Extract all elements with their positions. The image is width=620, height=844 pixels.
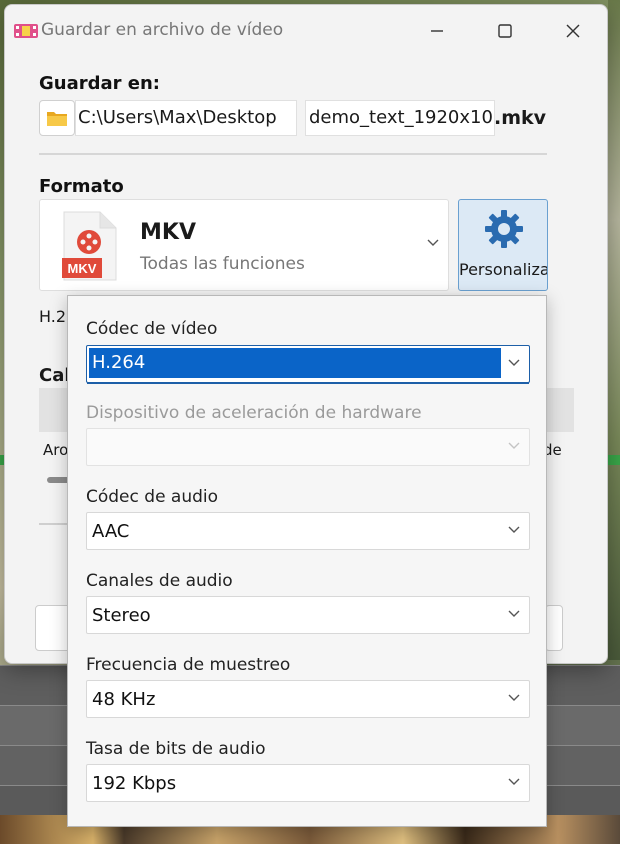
- format-description: Todas las funciones: [140, 254, 305, 274]
- maximize-button[interactable]: [485, 17, 525, 45]
- customize-popup: Códec de vídeo H.264 Dispositivo de acel…: [67, 295, 547, 827]
- selection-highlight: [89, 348, 501, 378]
- chevron-down-icon: [508, 778, 520, 785]
- close-icon: [566, 24, 580, 38]
- codec-hint-text: H.2: [39, 307, 67, 326]
- file-extension: .mkv: [494, 107, 547, 129]
- quality-label: Cal: [39, 365, 71, 386]
- maximize-icon: [498, 24, 512, 38]
- folder-icon: [47, 112, 67, 126]
- sample-rate-label: Frecuencia de muestreo: [86, 655, 291, 675]
- dialog-button-left[interactable]: [35, 605, 71, 651]
- chevron-down-icon: [508, 526, 520, 533]
- window-title: Guardar en archivo de vídeo: [41, 20, 284, 40]
- filename-field[interactable]: demo_text_1920x108: [305, 100, 495, 136]
- audio-channels-value: Stereo: [92, 605, 151, 626]
- dialog-button-right[interactable]: [545, 605, 563, 651]
- customize-button[interactable]: Personalizar: [458, 199, 548, 291]
- audio-channels-label: Canales de audio: [86, 571, 233, 591]
- video-codec-value: H.264: [92, 352, 146, 373]
- audio-codec-label: Códec de audio: [86, 487, 219, 507]
- mkv-icon-text: MKV: [68, 261, 97, 276]
- save-path-field[interactable]: C:\Users\Max\Desktop: [75, 100, 297, 136]
- format-name: MKV: [140, 220, 196, 245]
- title-bar[interactable]: Guardar en archivo de vídeo: [5, 5, 607, 53]
- chevron-down-icon: [508, 610, 520, 617]
- minimize-button[interactable]: [417, 17, 457, 45]
- audio-codec-value: AAC: [92, 521, 130, 542]
- audio-codec-select[interactable]: AAC: [86, 512, 530, 550]
- film-icon: [14, 24, 38, 38]
- background-app-edge: [608, 0, 620, 660]
- browse-folder-button[interactable]: [39, 100, 75, 136]
- mkv-file-icon: MKV: [62, 211, 117, 281]
- divider: [39, 523, 69, 525]
- sample-rate-select[interactable]: 48 KHz: [86, 680, 530, 718]
- video-codec-label: Códec de vídeo: [86, 319, 218, 339]
- chevron-down-icon: [427, 239, 439, 246]
- divider: [39, 153, 547, 155]
- video-codec-select[interactable]: H.264: [86, 345, 530, 384]
- audio-bitrate-select[interactable]: 192 Kbps: [86, 764, 530, 802]
- sample-rate-value: 48 KHz: [92, 689, 156, 710]
- audio-bitrate-label: Tasa de bits de audio: [86, 739, 266, 759]
- chevron-down-icon: [508, 442, 520, 449]
- hw-device-select[interactable]: [86, 428, 530, 466]
- format-selector[interactable]: MKV MKV Todas las funciones: [39, 199, 449, 291]
- quality-left-text: Aro: [43, 441, 69, 459]
- chevron-down-icon: [508, 694, 520, 701]
- save-in-label: Guardar en:: [39, 73, 161, 94]
- gear-icon: [485, 210, 523, 248]
- close-button[interactable]: [553, 17, 593, 45]
- audio-channels-select[interactable]: Stereo: [86, 596, 530, 634]
- format-label: Formato: [39, 176, 124, 197]
- audio-bitrate-value: 192 Kbps: [92, 773, 177, 794]
- minimize-icon: [431, 30, 443, 32]
- chevron-down-icon: [508, 359, 520, 366]
- customize-label: Personalizar: [459, 260, 547, 279]
- hw-device-label: Dispositivo de aceleración de hardware: [86, 403, 422, 423]
